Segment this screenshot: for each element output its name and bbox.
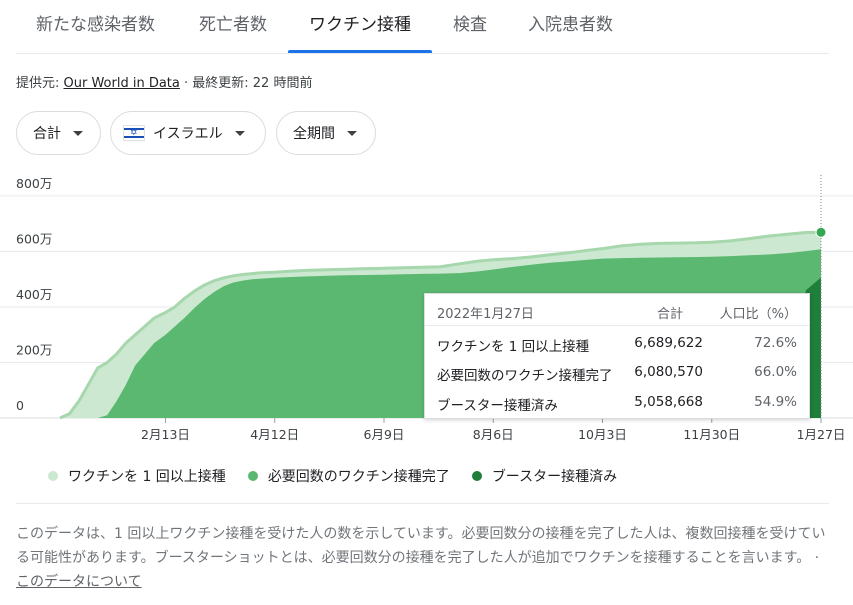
period-dropdown-label: 全期間 — [293, 126, 335, 142]
tooltip-row-label: ブースター接種済み — [437, 398, 558, 414]
legend-label: 必要回数のワクチン接種完了 — [267, 469, 450, 485]
legend-item-booster[interactable]: ブースター接種済み — [471, 466, 618, 486]
tooltip-date: 2022年1月27日 — [437, 307, 534, 322]
legend-item-first-dose[interactable]: ワクチンを 1 回以上接種 — [48, 466, 226, 486]
source-line: 提供元: Our World in Data · 最終更新: 22 時間前 — [16, 72, 312, 91]
x-tick-label: 1月27日 — [797, 427, 846, 442]
x-tick-label: 11月30日 — [683, 427, 740, 442]
country-dropdown[interactable]: ✡ イスラエル — [110, 111, 266, 155]
section-divider — [16, 503, 829, 504]
about-data-link[interactable]: このデータについて — [16, 574, 142, 590]
period-dropdown[interactable]: 全期間 — [276, 111, 376, 155]
legend-dot-icon — [48, 471, 58, 481]
israel-flag-icon: ✡ — [123, 125, 145, 141]
x-tick-label: 10月3日 — [578, 427, 627, 442]
tooltip-row: ワクチンを 1 回以上接種 6,689,622 72.6% — [425, 335, 809, 365]
chart-tooltip: 2022年1月27日 合計 人口比（%） ワクチンを 1 回以上接種 6,689… — [424, 293, 810, 419]
legend-label: ワクチンを 1 回以上接種 — [68, 469, 226, 485]
data-note-text: このデータは、1 回以上ワクチン接種を受けた人の数を示しています。必要回数分の接… — [16, 526, 826, 566]
legend-label: ブースター接種済み — [491, 469, 618, 485]
source-prefix: 提供元: — [16, 76, 64, 91]
tooltip-row-pct: 66.0% — [754, 364, 797, 380]
tab-hospitalizations[interactable]: 入院患者数 — [528, 10, 613, 35]
legend-dot-icon — [247, 471, 258, 481]
tooltip-row-pct: 54.9% — [754, 394, 797, 410]
tooltip-row: ブースター接種済み 5,058,668 54.9% — [425, 394, 809, 424]
tooltip-row-total: 5,058,668 — [634, 394, 703, 410]
tooltip-divider — [425, 325, 809, 326]
y-tick-label: 200万 — [16, 342, 52, 357]
tooltip-row-pct: 72.6% — [754, 335, 797, 351]
tooltip-row-total: 6,689,622 — [634, 335, 703, 351]
tab-new-cases[interactable]: 新たな感染者数 — [36, 10, 155, 35]
tab-tests[interactable]: 検査 — [453, 10, 487, 35]
tab-divider — [16, 53, 829, 54]
tooltip-header: 2022年1月27日 合計 人口比（%） — [425, 303, 809, 333]
country-dropdown-label: イスラエル — [153, 126, 223, 142]
tab-deaths[interactable]: 死亡者数 — [199, 10, 267, 35]
chevron-down-icon — [347, 130, 357, 136]
y-tick-label: 600万 — [16, 231, 52, 246]
y-tick-label: 800万 — [16, 176, 52, 191]
tab-bar: 新たな感染者数 死亡者数 ワクチン接種 検査 入院患者数 — [0, 0, 853, 54]
tooltip-row-label: 必要回数のワクチン接種完了 — [437, 368, 613, 384]
x-tick-label: 8月6日 — [473, 427, 514, 442]
metric-dropdown-label: 合計 — [33, 126, 61, 142]
tooltip-row: 必要回数のワクチン接種完了 6,080,570 66.0% — [425, 364, 809, 394]
chevron-down-icon — [234, 130, 245, 136]
x-tick-label: 4月12日 — [250, 427, 299, 442]
tooltip-col-pct: 人口比（%） — [719, 307, 797, 322]
y-tick-label: 0 — [16, 398, 24, 413]
x-tick-label: 6月9日 — [364, 427, 405, 442]
hover-point — [815, 226, 827, 238]
legend-item-fully-vaccinated[interactable]: 必要回数のワクチン接種完了 — [247, 466, 450, 486]
data-note: このデータは、1 回以上ワクチン接種を受けた人の数を示しています。必要回数分の接… — [16, 522, 831, 594]
tab-vaccination[interactable]: ワクチン接種 — [309, 10, 411, 35]
x-tick-label: 2月13日 — [141, 427, 190, 442]
chart-legend: ワクチンを 1 回以上接種 必要回数のワクチン接種完了 ブースター接種済み — [48, 466, 617, 486]
y-tick-label: 400万 — [16, 287, 52, 302]
source-link[interactable]: Our World in Data — [64, 76, 180, 91]
tooltip-row-total: 6,080,570 — [634, 364, 703, 380]
last-updated: · 最終更新: 22 時間前 — [179, 76, 313, 91]
legend-dot-icon — [471, 471, 482, 481]
chevron-down-icon — [73, 130, 83, 136]
tooltip-row-label: ワクチンを 1 回以上接種 — [437, 339, 590, 355]
metric-dropdown[interactable]: 合計 — [16, 111, 101, 155]
tooltip-col-total: 合計 — [656, 307, 683, 322]
